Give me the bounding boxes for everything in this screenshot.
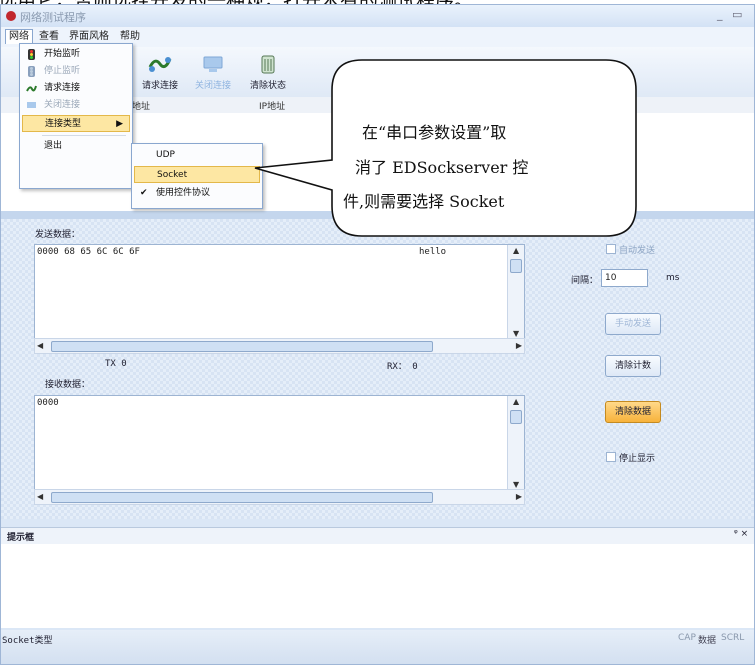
callout-line-1: 在“串口参数设置”取	[362, 123, 507, 142]
callout-line-3: 件,则需要选择 Socket	[343, 192, 505, 211]
callout-bubble	[254, 59, 637, 237]
callout-line-2: 消了 EDSockserver 控	[355, 158, 529, 177]
